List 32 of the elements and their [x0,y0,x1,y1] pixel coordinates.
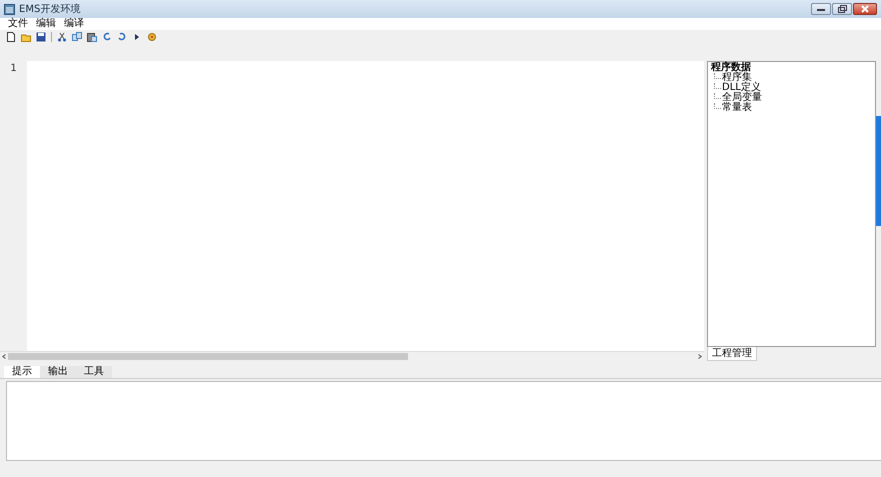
horizontal-scrollbar[interactable] [0,351,704,361]
scissors-icon[interactable] [57,32,67,42]
new-file-icon[interactable] [6,32,16,42]
app-icon [4,4,15,14]
output-tab[interactable]: 提示 [4,366,40,378]
scroll-left-icon[interactable] [2,354,6,359]
panel-tab[interactable]: 工程管理 [707,347,757,361]
close-icon [861,5,869,13]
window-title: EMS开发环境 [19,2,80,16]
minimize-icon [817,7,825,11]
tree-item[interactable]: DLL定义 [722,83,761,93]
folder-icon[interactable] [21,32,31,42]
tree-item[interactable]: 常量表 [722,103,752,113]
copy-icon[interactable] [72,32,82,42]
close-button[interactable] [853,3,877,15]
tree-item[interactable]: 全局变量 [722,93,762,103]
scroll-right-icon[interactable] [698,354,702,359]
redo-icon[interactable] [102,32,112,42]
restore-icon [838,5,846,13]
restore-button[interactable] [832,3,852,15]
menu-item[interactable]: 编译 [64,18,84,30]
save-icon[interactable] [36,32,46,42]
output-tab[interactable]: 输出 [40,366,76,378]
output-tab[interactable]: 工具 [76,366,112,378]
line-number: 1 [10,63,17,74]
paste-icon[interactable] [87,32,97,42]
tree-item[interactable]: 程序集 [722,73,752,83]
minimize-button[interactable] [811,3,831,15]
menu-item[interactable]: 文件 [8,18,28,30]
tree-item[interactable]: 程序数据 [711,63,751,73]
menu-item[interactable]: 编辑 [36,18,56,30]
undo-icon[interactable] [117,32,127,42]
